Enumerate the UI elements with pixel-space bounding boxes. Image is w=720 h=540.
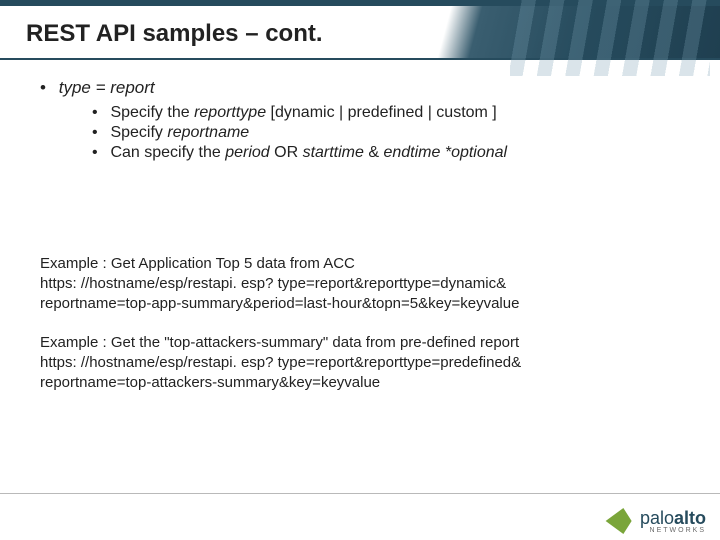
example-1: Example : Get Application Top 5 data fro… xyxy=(40,254,680,313)
bullet-dot-icon: • xyxy=(92,144,106,162)
text: & xyxy=(364,144,384,161)
bullet-dot-icon: • xyxy=(92,104,106,122)
text: Specify the xyxy=(110,104,194,121)
param-name: reporttype xyxy=(194,104,266,121)
optional-note: *optional xyxy=(440,144,507,161)
example-url-line: reportname=top-app-summary&period=last-h… xyxy=(40,294,680,314)
param-name: reportname xyxy=(167,124,249,141)
bullet-sublist: • Specify the reporttype [dynamic | pred… xyxy=(40,104,680,162)
example-url-line: https: //hostname/esp/restapi. esp? type… xyxy=(40,274,680,294)
brand-logo: paloalto NETWORKS xyxy=(608,508,706,534)
text: OR xyxy=(270,144,303,161)
brand-subtext: NETWORKS xyxy=(640,527,706,534)
brand-text-heavy: alto xyxy=(674,508,706,528)
param-name: endtime xyxy=(383,144,440,161)
examples-block: Example : Get Application Top 5 data fro… xyxy=(0,164,720,393)
text: Can specify the xyxy=(110,144,225,161)
page-title: REST API samples – cont. xyxy=(0,6,720,48)
brand-text-wrap: paloalto NETWORKS xyxy=(640,508,706,534)
bullet-level1-text: type = report xyxy=(59,78,155,97)
sub-bullet-3: • Can specify the period OR starttime & … xyxy=(92,144,680,162)
main-bullet-block: • type = report • Specify the reporttype… xyxy=(0,60,720,162)
footer-divider xyxy=(0,493,720,494)
bullet-dot-icon: • xyxy=(92,124,106,142)
example-url-line: https: //hostname/esp/restapi. esp? type… xyxy=(40,353,680,373)
example-label: Example : Get Application Top 5 data fro… xyxy=(40,254,680,274)
text: Specify xyxy=(110,124,167,141)
bullet-level1: • type = report xyxy=(40,78,680,98)
brand-text: paloalto xyxy=(640,508,706,529)
example-url-line: reportname=top-attackers-summary&key=key… xyxy=(40,373,680,393)
example-2: Example : Get the "top-attackers-summary… xyxy=(40,333,680,392)
example-label: Example : Get the "top-attackers-summary… xyxy=(40,333,680,353)
param-name: period xyxy=(225,144,269,161)
title-bar: REST API samples – cont. xyxy=(0,0,720,60)
sub-bullet-2: • Specify reportname xyxy=(92,124,680,142)
bullet-dot-icon: • xyxy=(40,78,54,98)
text: [dynamic | predefined | custom ] xyxy=(266,104,497,121)
brand-mark-icon xyxy=(608,508,634,534)
brand-text-light: palo xyxy=(640,508,674,528)
param-name: starttime xyxy=(303,144,364,161)
sub-bullet-1: • Specify the reporttype [dynamic | pred… xyxy=(92,104,680,122)
